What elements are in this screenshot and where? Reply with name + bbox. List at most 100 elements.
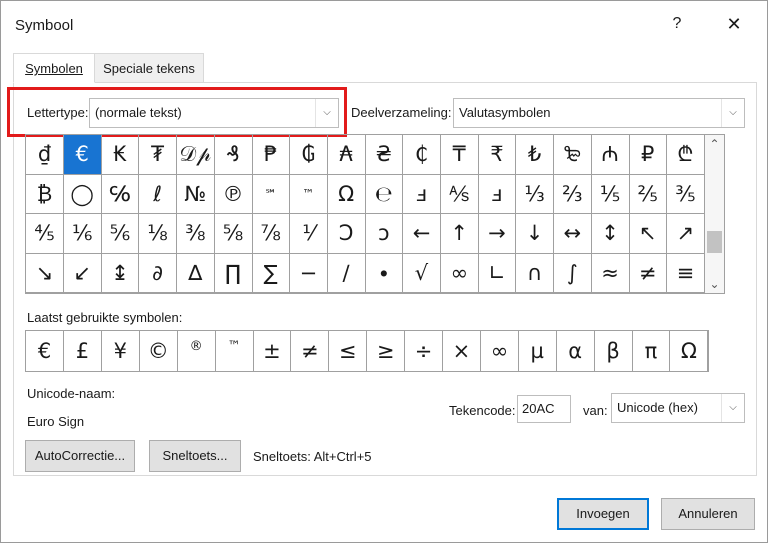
symbol-cell[interactable]: ₰ (214, 135, 253, 175)
symbol-cell[interactable]: ₲ (289, 135, 328, 175)
symbol-cell[interactable]: ⅟ (289, 214, 328, 254)
symbol-cell[interactable]: ₴ (365, 135, 404, 175)
symbol-cell[interactable]: ⅎ (403, 174, 441, 215)
symbol-cell[interactable]: ↙ (63, 253, 102, 294)
symbol-cell[interactable]: ∕ (327, 253, 366, 294)
symbol-cell[interactable]: ₮ (139, 135, 178, 175)
symbol-cell[interactable]: ∆ (176, 253, 215, 294)
symbol-cell[interactable]: ₹ (478, 135, 517, 175)
shortcut-key-button[interactable]: Sneltoets... (149, 440, 241, 472)
symbol-cell[interactable]: → (478, 214, 517, 254)
symbol-cell[interactable]: ↗ (666, 214, 705, 254)
recent-symbol-cell[interactable]: ≠ (291, 331, 330, 371)
symbol-cell[interactable]: ∞ (440, 253, 479, 294)
symbol-cell[interactable]: ≡ (666, 253, 705, 294)
scroll-down-icon[interactable]: ⌄ (705, 277, 724, 291)
symbol-cell[interactable]: ™ (289, 174, 328, 215)
symbol-cell[interactable]: ∩ (516, 253, 555, 294)
symbol-cell[interactable]: √ (403, 253, 441, 294)
close-button[interactable]: ✕ (719, 11, 749, 37)
chevron-down-icon[interactable]: ⌵ (721, 394, 744, 422)
symbol-cell[interactable]: ℠ (252, 174, 291, 215)
recent-symbol-cell[interactable]: ≥ (367, 331, 406, 371)
symbol-cell[interactable]: ₾ (666, 135, 705, 175)
recent-symbol-cell[interactable]: ¥ (102, 331, 140, 371)
symbol-cell[interactable]: ⅓ (516, 174, 555, 215)
symbol-cell[interactable]: ⅍ (440, 174, 479, 215)
symbol-cell[interactable]: Ω (327, 174, 366, 215)
scrollbar-thumb[interactable] (707, 231, 722, 253)
recent-symbol-cell[interactable]: ® (178, 331, 216, 371)
symbol-cell[interactable]: ₱ (252, 135, 291, 175)
symbol-cell[interactable]: ℓ (139, 174, 178, 215)
symbol-cell[interactable]: ℅ (101, 174, 140, 215)
symbol-cell[interactable]: ∂ (139, 253, 178, 294)
symbol-cell[interactable]: ⅗ (666, 174, 705, 215)
symbol-cell[interactable]: ∏ (214, 253, 253, 294)
symbol-cell[interactable]: № (176, 174, 215, 215)
symbol-cell[interactable]: ↓ (516, 214, 555, 254)
recent-symbol-cell[interactable]: € (26, 331, 65, 371)
symbol-cell[interactable]: ↘ (26, 253, 64, 294)
recent-symbol-cell[interactable]: © (140, 331, 178, 371)
symbol-cell[interactable]: ≠ (629, 253, 668, 294)
symbol-cell[interactable]: ₭ (101, 135, 140, 175)
recent-symbol-cell[interactable]: ∞ (481, 331, 519, 371)
symbol-cell[interactable]: ↑ (440, 214, 479, 254)
help-button[interactable]: ? (665, 11, 689, 37)
symbol-cell[interactable]: 𝒟𝓅 (176, 135, 215, 175)
symbol-cell[interactable]: ₸ (440, 135, 479, 175)
symbol-cell[interactable]: ₫ (26, 135, 64, 175)
chevron-down-icon[interactable]: ⌵ (721, 99, 744, 127)
symbol-cell[interactable]: ⅞ (252, 214, 291, 254)
symbol-cell[interactable]: ⅚ (101, 214, 140, 254)
symbol-cell[interactable]: ⅕ (591, 174, 630, 215)
recent-symbol-cell[interactable]: ≤ (329, 331, 368, 371)
symbol-cell[interactable]: ↄ (365, 214, 404, 254)
scroll-up-icon[interactable]: ⌃ (705, 137, 724, 151)
recent-symbol-cell[interactable]: π (632, 331, 671, 371)
symbol-cell[interactable]: € (63, 135, 102, 175)
symbol-cell[interactable]: ℗ (214, 174, 253, 215)
symbol-cell[interactable]: ∙ (365, 253, 404, 294)
symbol-cell[interactable]: ⅝ (214, 214, 253, 254)
symbol-cell[interactable]: ↨ (101, 253, 140, 294)
recent-symbol-cell[interactable]: µ (519, 331, 557, 371)
recent-symbol-cell[interactable]: ™ (216, 331, 254, 371)
symbol-cell[interactable]: − (289, 253, 328, 294)
symbol-cell[interactable]: ≈ (591, 253, 630, 294)
symbol-cell[interactable]: ∫ (553, 253, 592, 294)
symbol-cell[interactable]: ₿ (26, 174, 64, 215)
symbol-cell[interactable]: ₼ (591, 135, 630, 175)
subset-dropdown[interactable]: Valutasymbolen ⌵ (453, 98, 745, 128)
symbol-cell[interactable]: ⅔ (553, 174, 592, 215)
symbol-grid-scrollbar[interactable]: ⌃ ⌄ (705, 134, 725, 294)
cancel-button[interactable]: Annuleren (661, 498, 755, 530)
symbol-cell[interactable]: ← (403, 214, 441, 254)
recent-symbol-cell[interactable]: β (595, 331, 633, 371)
recent-symbol-cell[interactable]: ÷ (405, 331, 444, 371)
symbol-cell[interactable]: ⅙ (63, 214, 102, 254)
recent-symbol-cell[interactable]: £ (64, 331, 102, 371)
insert-button[interactable]: Invoegen (557, 498, 649, 530)
symbol-cell[interactable]: ₺ (516, 135, 555, 175)
recent-symbol-cell[interactable]: α (557, 331, 595, 371)
symbol-cell[interactable]: ₽ (629, 135, 668, 175)
symbol-cell[interactable]: ⅘ (26, 214, 64, 254)
symbol-cell[interactable]: ⅎ (478, 174, 517, 215)
symbol-cell[interactable]: ℮ (365, 174, 404, 215)
symbol-cell[interactable]: ↔ (553, 214, 592, 254)
symbol-cell[interactable]: Ↄ (327, 214, 366, 254)
charcode-input[interactable]: 20AC (517, 395, 571, 423)
symbol-cell[interactable]: ↖ (629, 214, 668, 254)
symbol-cell[interactable]: ⅖ (629, 174, 668, 215)
tab-symbols[interactable]: Symbolen (13, 53, 95, 83)
recent-symbol-cell[interactable]: Ω (670, 331, 709, 371)
symbol-cell[interactable]: ↕ (591, 214, 630, 254)
symbol-cell[interactable]: ₵ (403, 135, 441, 175)
symbol-cell[interactable]: ⅜ (176, 214, 215, 254)
recent-symbol-cell[interactable]: ± (253, 331, 292, 371)
autocorrect-button[interactable]: AutoCorrectie... (25, 440, 135, 472)
symbol-cell[interactable]: ₻ (553, 135, 592, 175)
tab-special-characters[interactable]: Speciale tekens (94, 53, 204, 83)
